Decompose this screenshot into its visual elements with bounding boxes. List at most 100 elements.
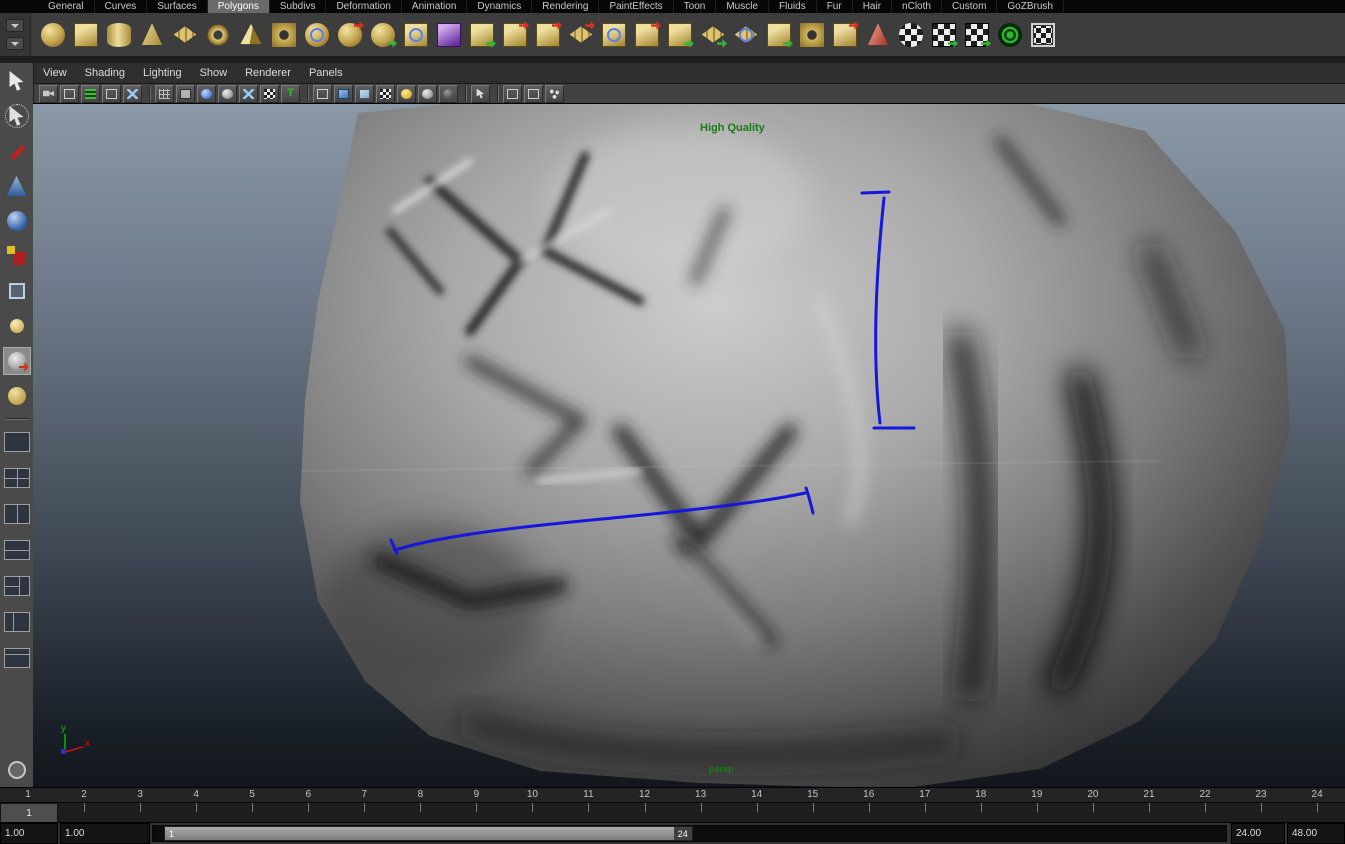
separate-icon[interactable] [534,21,562,49]
scale-tool-icon[interactable] [4,243,30,269]
safe-action-icon[interactable] [260,84,279,103]
menu-tab-hair[interactable]: Hair [853,0,893,13]
menu-tab-custom[interactable]: Custom [942,0,998,13]
rotate-tool-icon[interactable] [4,208,30,234]
bevel-icon[interactable] [600,21,628,49]
menu-tab-ncloth[interactable]: nCloth [892,0,942,13]
mirror-geometry-icon[interactable] [402,21,430,49]
layout-four-pane-button[interactable] [3,468,30,488]
poly-cone-icon[interactable] [138,21,166,49]
occlusion-icon[interactable] [439,84,458,103]
time-slider[interactable]: 1 2 3 4 5 6 7 8 9 10 11 12 13 14 15 16 1… [0,787,1345,823]
snap-icon[interactable] [123,84,142,103]
select-tool-icon[interactable] [4,68,30,94]
shadows-icon[interactable] [418,84,437,103]
shelf-menu-button[interactable] [6,37,24,50]
range-slider-handle[interactable]: 1 24 [164,826,693,841]
menu-tab-deformation[interactable]: Deformation [326,0,402,13]
safe-title-icon[interactable]: T [281,84,300,103]
uv-auto-mapping-icon[interactable] [930,21,958,49]
xray-icon[interactable] [524,84,543,103]
resolution-gate-icon[interactable] [197,84,216,103]
current-tool-sculpt-icon[interactable] [2,347,31,375]
layout-two-pane-side-button[interactable] [3,504,30,524]
panel-menu-shading[interactable]: Shading [76,63,134,83]
isolate-select-icon[interactable] [471,84,490,103]
menu-tab-general[interactable]: General [38,0,95,13]
triangulate-icon[interactable] [699,21,727,49]
sculpt-geometry-icon[interactable] [369,21,397,49]
textured-icon[interactable] [355,84,374,103]
gate-mask-icon[interactable] [218,84,237,103]
image-plane-icon[interactable] [81,84,100,103]
range-slider-track[interactable]: 1 24 [152,825,1227,842]
last-tool-icon[interactable] [4,383,30,409]
playback-end-field[interactable]: 24.00 [1231,823,1285,844]
menu-tab-fluids[interactable]: Fluids [769,0,817,13]
layout-two-pane-stacked-button[interactable] [3,540,30,560]
uv-spherical-mapping-icon[interactable] [996,21,1024,49]
paint-select-tool-icon[interactable] [4,138,30,164]
layout-hypergraph-persp-button[interactable] [3,648,30,668]
panel-menu-renderer[interactable]: Renderer [236,63,300,83]
reduce-icon[interactable] [666,21,694,49]
layout-single-pane-button[interactable] [3,432,30,452]
menu-tab-subdivs[interactable]: Subdivs [270,0,327,13]
viewport-canvas[interactable] [33,104,1345,788]
panel-menu-lighting[interactable]: Lighting [134,63,191,83]
poly-prism-icon[interactable] [237,21,265,49]
poly-soccer-ball-icon[interactable] [303,21,331,49]
poly-sphere-icon[interactable] [39,21,67,49]
select-camera-icon[interactable] [39,84,58,103]
panel-menu-view[interactable]: View [34,63,76,83]
move-tool-icon[interactable] [4,173,30,199]
menu-tab-painteffects[interactable]: PaintEffects [599,0,674,13]
menu-tab-gozbrush[interactable]: GoZBrush [997,0,1064,13]
smooth-shade-icon[interactable] [334,84,353,103]
make-hole-icon[interactable] [798,21,826,49]
panel-menu-panels[interactable]: Panels [300,63,352,83]
plugin-display-icon[interactable] [545,84,564,103]
uv-planar-mapping-icon[interactable] [963,21,991,49]
poly-cube-icon[interactable] [72,21,100,49]
menu-tab-toon[interactable]: Toon [674,0,717,13]
uv-texture-editor-icon[interactable] [1029,21,1057,49]
subdiv-proxy-icon[interactable] [435,21,463,49]
extract-icon[interactable] [567,21,595,49]
lasso-select-tool-icon[interactable] [4,103,30,129]
uv-checker-sphere-icon[interactable] [897,21,925,49]
wireframe-icon[interactable] [313,84,332,103]
poly-torus-icon[interactable] [204,21,232,49]
film-gate-icon[interactable] [176,84,195,103]
layout-three-pane-button[interactable] [3,576,30,596]
use-default-material-icon[interactable] [376,84,395,103]
wireframe-on-shaded-icon[interactable] [503,84,522,103]
menu-tab-dynamics[interactable]: Dynamics [467,0,533,13]
smooth-mesh-icon[interactable] [468,21,496,49]
menu-tab-polygons[interactable]: Polygons [207,0,270,13]
tool-settings-icon[interactable] [4,757,30,783]
poly-platonic-solid-icon[interactable] [336,21,364,49]
poly-pipe-icon[interactable] [270,21,298,49]
combine-icon[interactable] [501,21,529,49]
poly-plane-icon[interactable] [171,21,199,49]
frame-tick-strip[interactable]: 1 [0,802,1345,823]
current-frame-indicator[interactable]: 1 [0,803,58,823]
menu-tab-rendering[interactable]: Rendering [532,0,600,13]
boolean-icon[interactable] [633,21,661,49]
menu-tab-fur[interactable]: Fur [817,0,853,13]
camera-bookmark-icon[interactable] [60,84,79,103]
sculpt-cone-icon[interactable] [864,21,892,49]
grid-icon[interactable] [155,84,174,103]
frame-ruler[interactable]: 1 2 3 4 5 6 7 8 9 10 11 12 13 14 15 16 1… [0,788,1345,802]
field-chart-icon[interactable] [239,84,258,103]
menu-tab-surfaces[interactable]: Surfaces [147,0,208,13]
menu-tab-muscle[interactable]: Muscle [716,0,770,13]
fill-hole-icon[interactable] [765,21,793,49]
cut-faces-icon[interactable] [831,21,859,49]
animation-start-field[interactable]: 1.00 [0,823,58,844]
panel-menu-show[interactable]: Show [191,63,237,83]
shelf-tab-selector-button[interactable] [6,19,24,32]
poly-cylinder-icon[interactable] [105,21,133,49]
playback-start-field[interactable]: 1.00 [60,823,150,844]
